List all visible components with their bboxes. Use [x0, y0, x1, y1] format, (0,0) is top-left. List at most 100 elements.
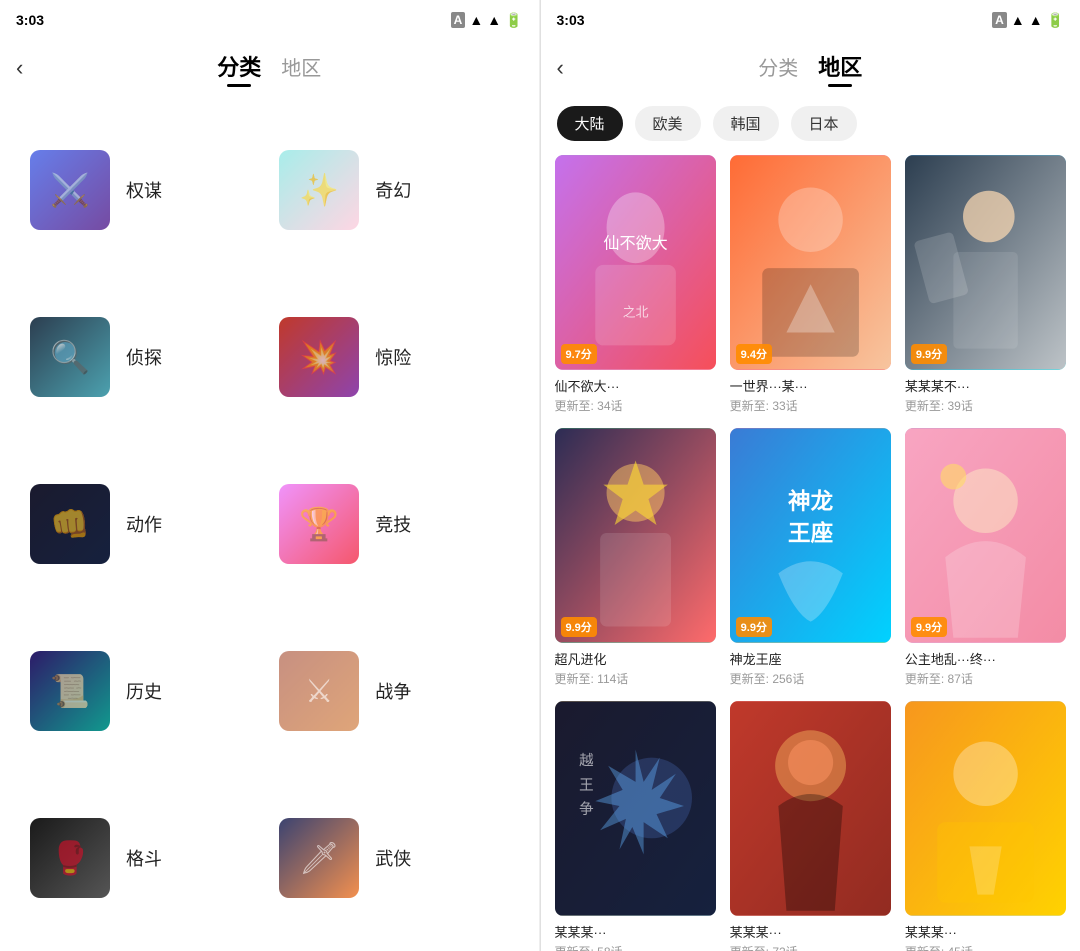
back-button-right[interactable]: ‹ — [557, 55, 564, 81]
manga-card-6[interactable]: 9.9分 公主地乱···终··· 更新至: 87话 — [905, 428, 1066, 687]
category-item-zhanzheng[interactable]: ⚔ 战争 — [269, 607, 518, 774]
manga-update-8: 更新至: 72话 — [730, 943, 891, 951]
tab-region-left[interactable]: 地区 — [281, 52, 321, 81]
category-label-jingji: 竞技 — [375, 511, 411, 537]
filter-hanguo[interactable]: 韩国 — [713, 106, 779, 141]
category-item-zhentan[interactable]: 🔍 侦探 — [20, 273, 269, 440]
category-label-wuxia: 武侠 — [375, 845, 411, 871]
category-label-zhanzheng: 战争 — [375, 678, 411, 704]
manga-card-2[interactable]: 9.4分 一世界···某··· 更新至: 33话 — [730, 155, 891, 414]
manga-cover-5: 神龙 王座 9.9分 — [730, 428, 891, 643]
category-label-lishi: 历史 — [126, 678, 162, 704]
time-left: 3:03 — [16, 12, 44, 28]
category-thumb-qihuan: ✨ — [279, 150, 359, 230]
left-panel: 3:03 A ▲ ▲ 🔋 ‹ 分类 地区 ⚔️ 权谋 ✨ 奇幻 — [0, 0, 540, 951]
tab-region-right[interactable]: 地区 — [818, 50, 862, 87]
manga-cover-7: 越 王 争 — [555, 701, 716, 916]
status-bar-left: 3:03 A ▲ ▲ 🔋 — [0, 0, 539, 40]
wifi-icon-right: ▲ — [1011, 12, 1025, 28]
tab-category-left[interactable]: 分类 — [217, 50, 261, 87]
category-thumb-quanmou: ⚔️ — [30, 150, 110, 230]
manga-update-4: 更新至: 114话 — [555, 670, 716, 687]
manga-score-2: 9.4分 — [736, 344, 772, 364]
manga-score-5: 9.9分 — [736, 617, 772, 637]
manga-update-1: 更新至: 34话 — [555, 397, 716, 414]
manga-cover-4: 9.9分 — [555, 428, 716, 643]
manga-title-9: 某某某··· — [905, 922, 1066, 941]
wifi-icon: ▲ — [469, 12, 483, 28]
category-thumb-gedou: 🥊 — [30, 818, 110, 898]
category-item-qihuan[interactable]: ✨ 奇幻 — [269, 106, 518, 273]
status-bar-right: 3:03 A ▲ ▲ 🔋 — [541, 0, 1080, 40]
filter-dalu[interactable]: 大陆 — [557, 106, 623, 141]
manga-update-7: 更新至: 58话 — [555, 943, 716, 951]
header-tabs-left: 分类 地区 — [217, 50, 321, 87]
filter-riben[interactable]: 日本 — [791, 106, 857, 141]
header-left: ‹ 分类 地区 — [0, 40, 539, 96]
header-tabs-right: 分类 地区 — [758, 50, 862, 87]
category-thumb-zhentan: 🔍 — [30, 317, 110, 397]
svg-text:争: 争 — [579, 800, 594, 818]
svg-text:王: 王 — [579, 778, 594, 794]
manga-cover-6: 9.9分 — [905, 428, 1066, 643]
signal-icon-right: ▲ — [1029, 12, 1043, 28]
category-label-jingxian: 惊险 — [375, 344, 411, 370]
svg-text:神龙: 神龙 — [788, 488, 834, 514]
svg-text:王座: 王座 — [788, 520, 834, 546]
category-label-gedou: 格斗 — [126, 845, 162, 871]
manga-score-4: 9.9分 — [561, 617, 597, 637]
category-thumb-lishi: 📜 — [30, 651, 110, 731]
category-item-gedou[interactable]: 🥊 格斗 — [20, 774, 269, 941]
manga-cover-3: 9.9分 — [905, 155, 1066, 370]
header-right: ‹ 分类 地区 — [541, 40, 1080, 96]
manga-cover-8 — [730, 701, 891, 916]
manga-score-6: 9.9分 — [911, 617, 947, 637]
manga-card-3[interactable]: 9.9分 某某某不··· 更新至: 39话 — [905, 155, 1066, 414]
right-panel: 3:03 A ▲ ▲ 🔋 ‹ 分类 地区 大陆 欧美 韩国 日本 — [541, 0, 1080, 951]
svg-text:之北: 之北 — [622, 304, 648, 319]
manga-card-9[interactable]: 某某某··· 更新至: 45话 — [905, 701, 1066, 951]
manga-card-7[interactable]: 越 王 争 某某某··· 更新至: 58话 — [555, 701, 716, 951]
manga-title-5: 神龙王座 — [730, 649, 891, 668]
category-item-dongzuo[interactable]: 👊 动作 — [20, 440, 269, 607]
manga-title-3: 某某某不··· — [905, 376, 1066, 395]
manga-grid: 仙不欲大 之北 9.7分 仙不欲大··· 更新至: 34话 — [541, 155, 1080, 951]
svg-text:仙不欲大: 仙不欲大 — [603, 235, 667, 253]
category-item-lishi[interactable]: 📜 历史 — [20, 607, 269, 774]
manga-card-4[interactable]: 9.9分 超凡进化 更新至: 114话 — [555, 428, 716, 687]
category-label-zhentan: 侦探 — [126, 344, 162, 370]
battery-icon: 🔋 — [505, 12, 522, 29]
category-thumb-zhanzheng: ⚔ — [279, 651, 359, 731]
tab-category-right[interactable]: 分类 — [758, 52, 798, 81]
category-thumb-jingxian: 💥 — [279, 317, 359, 397]
manga-cover-9 — [905, 701, 1066, 916]
back-button-left[interactable]: ‹ — [16, 55, 23, 81]
manga-update-6: 更新至: 87话 — [905, 670, 1066, 687]
manga-title-4: 超凡进化 — [555, 649, 716, 668]
manga-title-1: 仙不欲大··· — [555, 376, 716, 395]
a-icon-right: A — [992, 12, 1007, 28]
manga-title-6: 公主地乱···终··· — [905, 649, 1066, 668]
manga-title-2: 一世界···某··· — [730, 376, 891, 395]
battery-icon-right: 🔋 — [1047, 12, 1064, 29]
filter-oumei[interactable]: 欧美 — [635, 106, 701, 141]
manga-update-3: 更新至: 39话 — [905, 397, 1066, 414]
category-label-dongzuo: 动作 — [126, 511, 162, 537]
filter-bar: 大陆 欧美 韩国 日本 — [541, 96, 1080, 155]
time-right: 3:03 — [557, 12, 585, 28]
manga-card-8[interactable]: 某某某··· 更新至: 72话 — [730, 701, 891, 951]
manga-score-1: 9.7分 — [561, 344, 597, 364]
category-label-quanmou: 权谋 — [126, 177, 162, 203]
status-icons-left: A ▲ ▲ 🔋 — [451, 12, 523, 29]
manga-card-5[interactable]: 神龙 王座 9.9分 神龙王座 更新至: 256话 — [730, 428, 891, 687]
category-item-jingji[interactable]: 🏆 竞技 — [269, 440, 518, 607]
manga-update-5: 更新至: 256话 — [730, 670, 891, 687]
manga-card-1[interactable]: 仙不欲大 之北 9.7分 仙不欲大··· 更新至: 34话 — [555, 155, 716, 414]
category-label-qihuan: 奇幻 — [375, 177, 411, 203]
manga-update-2: 更新至: 33话 — [730, 397, 891, 414]
manga-score-3: 9.9分 — [911, 344, 947, 364]
category-item-jingxian[interactable]: 💥 惊险 — [269, 273, 518, 440]
category-item-wuxia[interactable]: 🗡 武侠 — [269, 774, 518, 941]
category-item-quanmou[interactable]: ⚔️ 权谋 — [20, 106, 269, 273]
category-thumb-dongzuo: 👊 — [30, 484, 110, 564]
